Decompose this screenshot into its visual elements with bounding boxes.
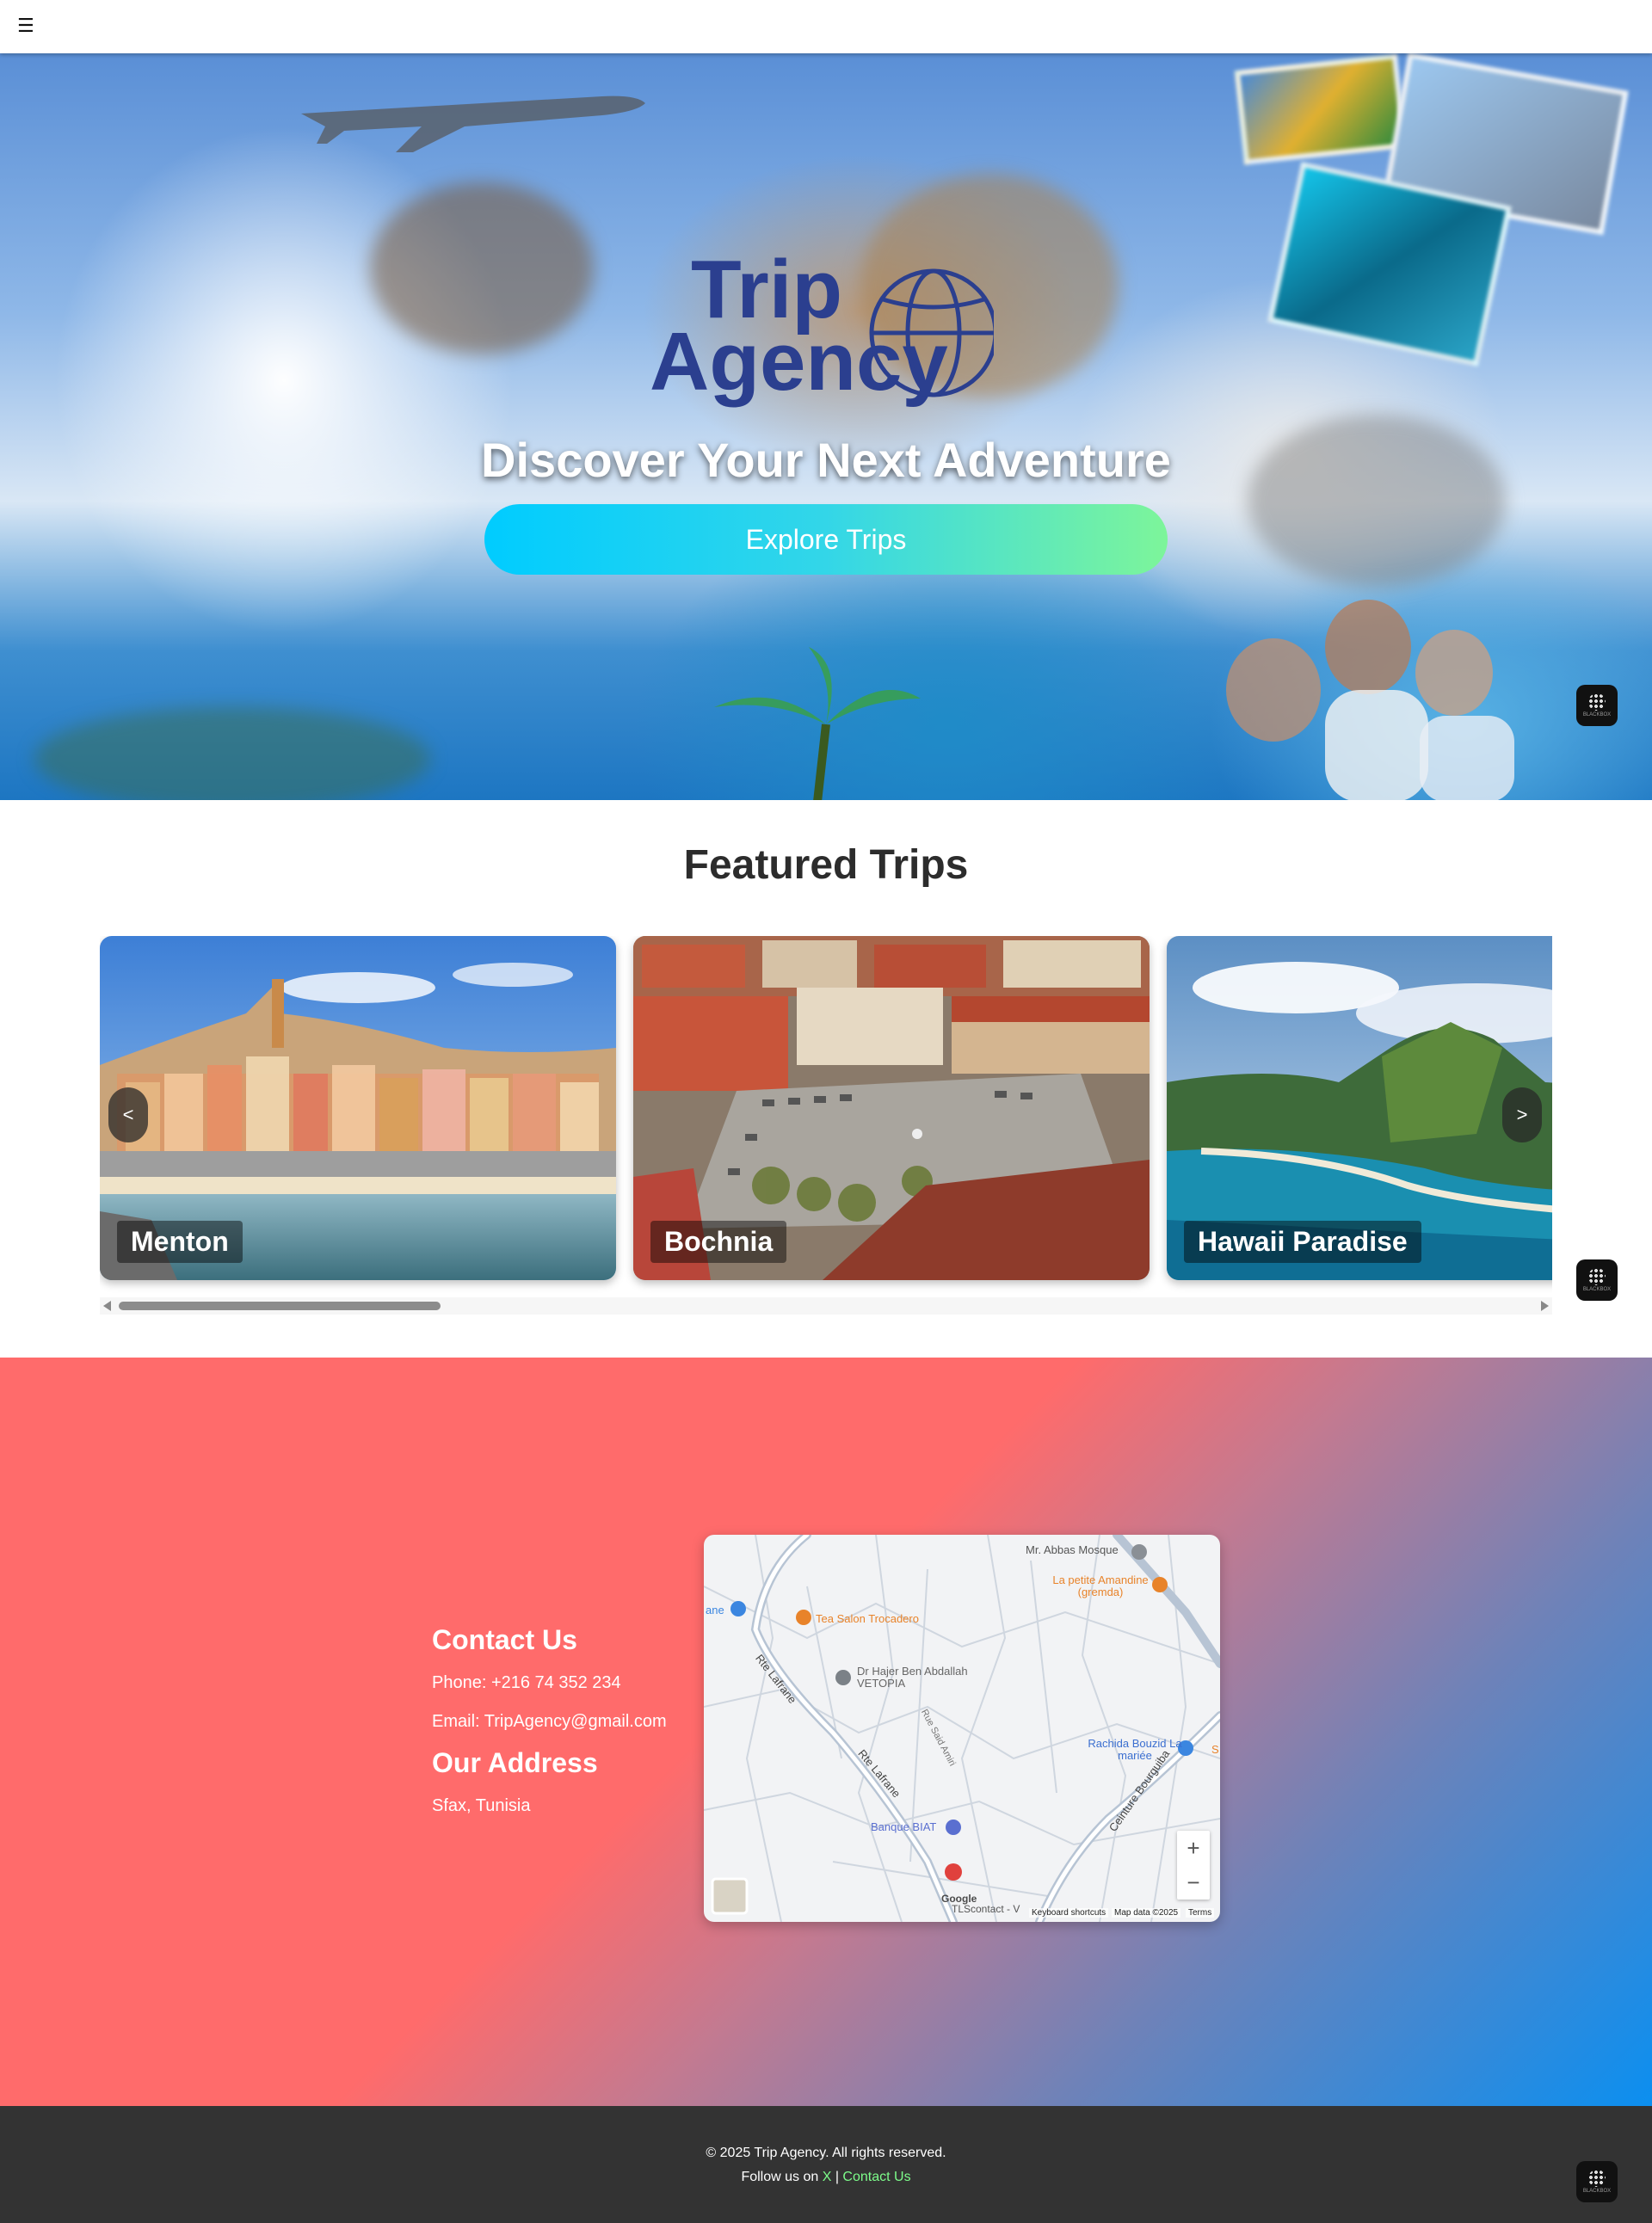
top-navbar: ☰ bbox=[0, 0, 1652, 53]
hero-landmark-blur bbox=[370, 182, 594, 354]
map-label-edge: S bbox=[1211, 1743, 1219, 1756]
map-data-text: Map data ©2025 bbox=[1112, 1908, 1181, 1918]
address-text: Sfax, Tunisia bbox=[432, 1796, 531, 1815]
contact-section: Contact Us Phone: +216 74 352 234 Email:… bbox=[0, 1358, 1652, 2106]
trip-card-menton[interactable]: Menton bbox=[100, 936, 616, 1280]
hero-photo-card bbox=[1234, 53, 1408, 165]
map-label-bank: Banque BIAT bbox=[871, 1820, 937, 1833]
map-zoom-controls: + − bbox=[1177, 1831, 1210, 1900]
carousel-prev-button[interactable]: < bbox=[108, 1087, 148, 1142]
contact-us-link[interactable]: Contact Us bbox=[842, 2170, 910, 2184]
page-footer: © 2025 Trip Agency. All rights reserved.… bbox=[0, 2106, 1652, 2223]
footer-copyright: © 2025 Trip Agency. All rights reserved. bbox=[706, 2146, 946, 2160]
blackbox-badge[interactable]: BLACKBOX bbox=[1576, 685, 1618, 726]
contact-email: Email: TripAgency@gmail.com bbox=[432, 1712, 667, 1731]
scroll-left-arrow-icon[interactable] bbox=[103, 1301, 111, 1311]
palm-tree-icon bbox=[714, 647, 921, 800]
trip-card-title: Bochnia bbox=[650, 1221, 787, 1263]
map-label-mosque: Mr. Abbas Mosque bbox=[1026, 1543, 1119, 1556]
scroll-right-arrow-icon[interactable] bbox=[1541, 1301, 1549, 1311]
trip-card-hawaii-paradise[interactable]: Hawaii Paradise bbox=[1167, 936, 1552, 1280]
airplane-icon bbox=[301, 95, 645, 152]
map-label-edge: ane bbox=[706, 1604, 724, 1616]
trip-card-title: Menton bbox=[117, 1221, 243, 1263]
zoom-out-button[interactable]: − bbox=[1177, 1865, 1210, 1900]
google-map[interactable]: Mr. Abbas Mosque La petite Amandine (gre… bbox=[704, 1535, 1220, 1922]
zoom-in-button[interactable]: + bbox=[1177, 1831, 1210, 1865]
trip-agency-logo: Trip Agency bbox=[650, 243, 994, 408]
blackbox-logo-icon bbox=[1588, 2170, 1606, 2187]
blackbox-badge[interactable]: BLACKBOX bbox=[1576, 1259, 1618, 1301]
featured-trips-carousel[interactable]: Menton Bochnia Hawaii Paradise < > bbox=[100, 936, 1552, 1315]
hamburger-icon[interactable]: ☰ bbox=[17, 14, 36, 38]
footer-follow: Follow us on X | Contact Us bbox=[0, 2170, 1652, 2185]
map-label-tlscontact: TLScontact - V bbox=[952, 1903, 1020, 1915]
terms-link[interactable]: Terms bbox=[1186, 1908, 1215, 1918]
blackbox-badge[interactable]: BLACKBOX bbox=[1576, 2161, 1618, 2202]
contact-heading: Contact Us bbox=[432, 1624, 577, 1655]
keyboard-shortcuts-link[interactable]: Keyboard shortcuts bbox=[1029, 1908, 1109, 1918]
carousel-next-button[interactable]: > bbox=[1502, 1087, 1542, 1142]
map-label-tea-salon: Tea Salon Trocadero bbox=[816, 1612, 919, 1625]
map-label-restaurant: La petite Amandine (gremda) bbox=[1052, 1573, 1149, 1598]
hero-title: Discover Your Next Adventure bbox=[481, 433, 1171, 487]
family-photo bbox=[1226, 600, 1514, 800]
trip-card-bochnia[interactable]: Bochnia bbox=[633, 936, 1150, 1280]
explore-trips-button[interactable]: Explore Trips bbox=[484, 504, 1168, 575]
blackbox-logo-icon bbox=[1588, 693, 1606, 711]
carousel-scrollbar[interactable] bbox=[100, 1297, 1552, 1315]
map-label-doctor: Dr Hajer Ben Abdallah VETOPIA bbox=[857, 1665, 968, 1690]
x-link[interactable]: X bbox=[823, 2170, 832, 2184]
follow-prefix: Follow us on bbox=[741, 2170, 823, 2184]
featured-trips-title: Featured Trips bbox=[683, 842, 969, 888]
hero-island-blur bbox=[34, 707, 430, 800]
blackbox-logo-icon bbox=[1588, 1268, 1606, 1285]
google-logo: Google bbox=[941, 1893, 977, 1905]
scrollbar-thumb[interactable] bbox=[119, 1302, 441, 1310]
trip-card-title: Hawaii Paradise bbox=[1184, 1221, 1421, 1263]
footer-separator: | bbox=[831, 2170, 843, 2184]
address-heading: Our Address bbox=[432, 1747, 598, 1778]
svg-text:Agency: Agency bbox=[650, 316, 948, 408]
map-label-shop: Rachida Bouzid La mariée bbox=[1088, 1737, 1182, 1762]
contact-info: Contact Us Phone: +216 74 352 234 Email:… bbox=[432, 1624, 690, 1835]
contact-phone: Phone: +216 74 352 234 bbox=[432, 1673, 621, 1692]
hero-section: Trip Agency Discover Your Next Adventure… bbox=[0, 53, 1652, 800]
